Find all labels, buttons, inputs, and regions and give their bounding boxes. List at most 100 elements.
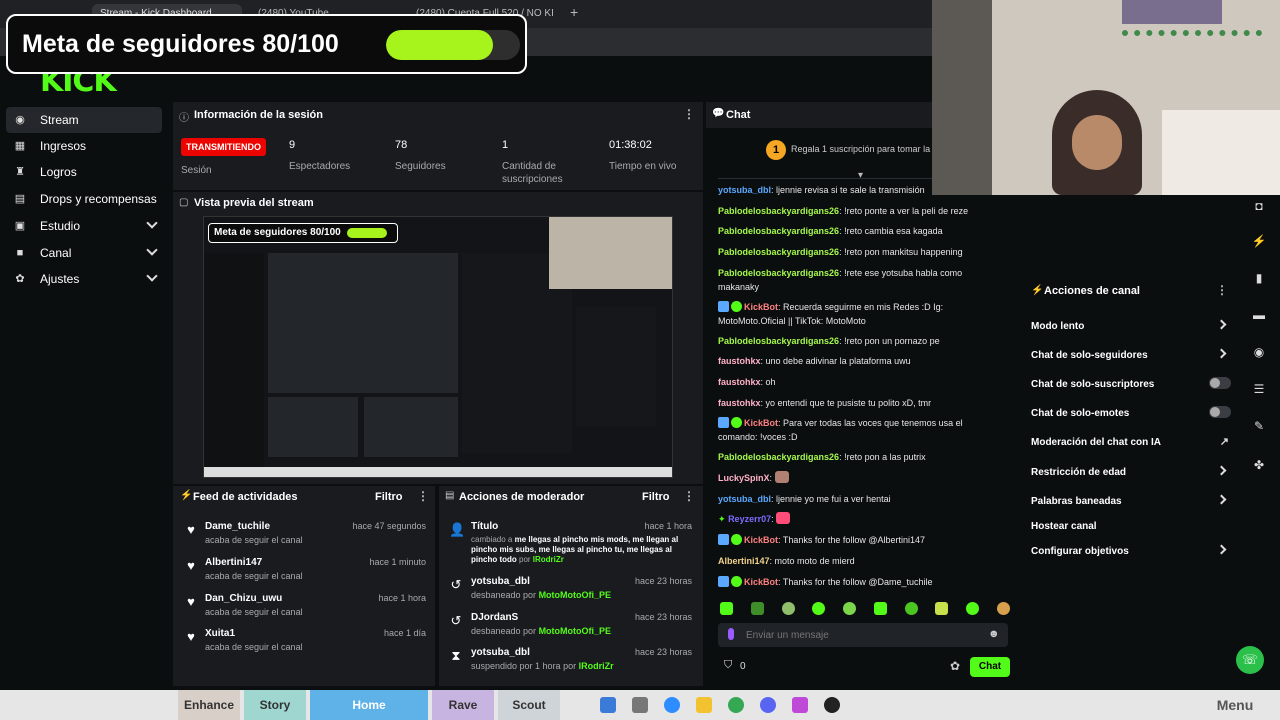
chat-username[interactable]: KickBot: [744, 577, 778, 587]
sidebar-item-estudio[interactable]: ▣ Estudio: [6, 213, 162, 239]
action-configure-goals[interactable]: Configurar objetivos: [1031, 544, 1231, 557]
taskbar-rave[interactable]: Rave: [432, 690, 494, 720]
chat-username[interactable]: Pablodelosbackyardigans26: [718, 206, 839, 216]
chat-username[interactable]: faustohkx: [718, 377, 761, 387]
moderator-name[interactable]: MotoMotoOfi_PE: [539, 626, 612, 636]
sidebar-item-ingresos[interactable]: ▦ Ingresos: [6, 133, 162, 159]
discord-icon[interactable]: [760, 697, 776, 713]
chat-username[interactable]: KickBot: [744, 535, 778, 545]
taskbar-story[interactable]: Story: [244, 690, 306, 720]
collapse-icon[interactable]: ▾: [858, 170, 863, 181]
modaction-time: hace 23 horas: [634, 647, 692, 657]
emote-icon[interactable]: [873, 602, 887, 615]
action-ai-moderation[interactable]: Moderación del chat con IA ↗: [1031, 436, 1231, 448]
modaction-target[interactable]: Título: [471, 521, 498, 532]
modaction-target[interactable]: DJordanS: [471, 612, 518, 623]
wrench-icon[interactable]: ✎: [1251, 418, 1267, 434]
sidebar-item-ajustes[interactable]: ✿ Ajustes: [6, 266, 162, 292]
stream-preview-video[interactable]: Meta de seguidores 80/100: [203, 216, 673, 478]
subs-only-toggle[interactable]: [1209, 377, 1231, 389]
emote-icon[interactable]: [996, 602, 1010, 615]
emote-icon[interactable]: [843, 602, 857, 615]
taskbar-home[interactable]: Home: [310, 690, 428, 720]
chat-username[interactable]: Albertini147: [718, 556, 770, 566]
sidebar-item-logros[interactable]: ♜ Logros: [6, 159, 162, 185]
sidebar-item-canal[interactable]: ■ Canal: [6, 240, 162, 266]
folder-icon[interactable]: [696, 697, 712, 713]
sidebar-item-stream[interactable]: ◉ Stream: [6, 107, 162, 133]
detail-by: por: [516, 555, 533, 564]
activity-user[interactable]: Dan_Chizu_uwu: [205, 593, 282, 604]
moderator-name[interactable]: lRodriZr: [579, 661, 614, 671]
taskbar-scout[interactable]: Scout: [498, 690, 560, 720]
emote-icon[interactable]: [720, 602, 733, 615]
action-slow-mode[interactable]: Modo lento: [1031, 319, 1231, 332]
app-icon[interactable]: [600, 697, 616, 713]
emote-icon[interactable]: [812, 602, 826, 615]
action-age-restriction[interactable]: Restricción de edad: [1031, 465, 1231, 478]
moderator-name[interactable]: lRodriZr: [533, 555, 564, 564]
chat-input[interactable]: [746, 626, 976, 644]
emoji-icon[interactable]: ☻: [988, 628, 1000, 640]
camera-icon[interactable]: ◘: [1251, 198, 1267, 214]
action-host-channel[interactable]: Hostear canal: [1031, 521, 1231, 532]
chat-username[interactable]: yotsuba_dbl: [718, 494, 771, 504]
points-icon[interactable]: ⛉: [724, 659, 732, 672]
obs-icon[interactable]: [824, 697, 840, 713]
activity-user[interactable]: Xuita1: [205, 628, 235, 639]
emote-icon[interactable]: [750, 602, 764, 615]
modaction-target[interactable]: yotsuba_dbl: [471, 647, 530, 658]
bolt-icon[interactable]: ⚡: [1251, 233, 1267, 249]
taskbar-menu[interactable]: Menu: [1200, 690, 1270, 720]
activity-user[interactable]: Albertini147: [205, 557, 262, 568]
taskbar-enhance[interactable]: Enhance: [178, 690, 240, 720]
more-options-icon[interactable]: ⋮: [683, 489, 695, 503]
chat-username[interactable]: Pablodelosbackyardigans26: [718, 247, 839, 257]
moderator-name[interactable]: MotoMotoOfi_PE: [539, 590, 612, 600]
app-icon[interactable]: [664, 697, 680, 713]
app-icon[interactable]: [792, 697, 808, 713]
action-banned-words[interactable]: Palabras baneadas: [1031, 494, 1231, 507]
emote-icon: [774, 471, 789, 483]
support-icon[interactable]: ☏: [1236, 646, 1264, 674]
settings-gear-icon[interactable]: ✿: [950, 659, 960, 673]
sidebar-item-drops[interactable]: ▤ Drops y recompensas: [6, 186, 162, 212]
bot-badge-icon: [718, 301, 729, 312]
filter-button[interactable]: Filtro: [642, 491, 670, 503]
send-chat-button[interactable]: Chat: [970, 657, 1010, 677]
chat-username[interactable]: Pablodelosbackyardigans26: [718, 226, 839, 236]
more-options-icon[interactable]: ⋮: [683, 107, 695, 121]
chat-username[interactable]: Pablodelosbackyardigans26: [718, 452, 839, 462]
chat-username[interactable]: LuckySpinX: [718, 473, 770, 483]
broadcast-icon[interactable]: ◉: [1251, 344, 1267, 360]
emote-icon[interactable]: [935, 602, 949, 615]
action-followers-only[interactable]: Chat de solo-seguidores: [1031, 348, 1231, 361]
emote-icon[interactable]: [781, 602, 795, 615]
chrome-icon[interactable]: [728, 697, 744, 713]
gift-sub-banner[interactable]: Regala 1 suscripción para tomar la po: [791, 144, 943, 154]
filter-button[interactable]: Filtro: [375, 491, 403, 503]
chat-bubble-icon[interactable]: ▬: [1251, 307, 1267, 323]
chat-username[interactable]: Reyzerr07: [728, 514, 771, 524]
emote-icon[interactable]: [904, 602, 918, 615]
app-icon[interactable]: [632, 697, 648, 713]
list-icon[interactable]: ☰: [1251, 381, 1267, 397]
taskbar: Enhance Story Home Rave Scout Menu: [0, 690, 1280, 720]
chat-username[interactable]: Pablodelosbackyardigans26: [718, 336, 839, 346]
chat-username[interactable]: faustohkx: [718, 356, 761, 366]
modaction-target[interactable]: yotsuba_dbl: [471, 576, 530, 587]
new-tab-button[interactable]: +: [566, 4, 586, 24]
chat-username[interactable]: Pablodelosbackyardigans26: [718, 268, 839, 278]
chat-username[interactable]: faustohkx: [718, 398, 761, 408]
emote-icon[interactable]: [966, 602, 980, 615]
document-icon[interactable]: ▮: [1251, 270, 1267, 286]
microphone-icon[interactable]: [728, 628, 734, 640]
more-options-icon[interactable]: ⋮: [1216, 283, 1228, 297]
activity-user[interactable]: Dame_tuchile: [205, 521, 270, 532]
chat-username[interactable]: KickBot: [744, 418, 778, 428]
chat-username[interactable]: yotsuba_dbl: [718, 185, 771, 195]
emotes-only-toggle[interactable]: [1209, 406, 1231, 418]
chat-username[interactable]: KickBot: [744, 302, 778, 312]
more-options-icon[interactable]: ⋮: [417, 489, 429, 503]
apps-icon[interactable]: ✤: [1251, 457, 1267, 473]
